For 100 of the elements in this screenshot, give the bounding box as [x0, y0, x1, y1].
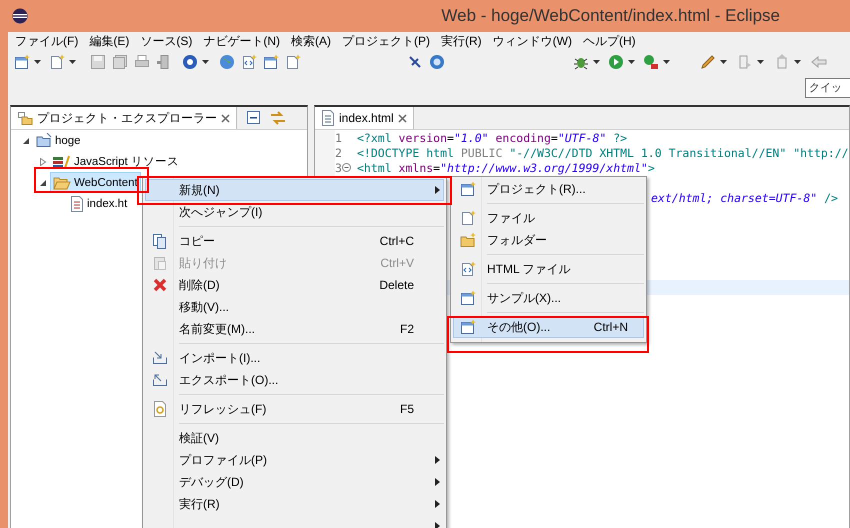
fold-minus-icon[interactable]: [342, 163, 351, 172]
caret-icon: [69, 60, 76, 64]
back-arrow-icon: [811, 54, 827, 70]
new-window-icon: [460, 290, 476, 306]
menu-item[interactable]: 実行(R): [145, 493, 444, 515]
tree-item[interactable]: JavaScript リソース: [50, 151, 182, 172]
delete-icon: [153, 278, 167, 292]
expanded-triangle-icon[interactable]: [22, 136, 30, 144]
menu-item[interactable]: プロジェクト(R)...: [453, 178, 644, 200]
expanded-triangle-icon[interactable]: [39, 178, 47, 186]
window-title: Web - hoge/WebContent/index.html - Eclipse: [441, 6, 781, 26]
menu-item[interactable]: インポート(I)...: [145, 347, 444, 369]
dropdown-button[interactable]: [757, 60, 764, 64]
toolbar-button[interactable]: [14, 54, 30, 70]
menu-item[interactable]: リフレッシュ(F) F5: [145, 398, 444, 420]
menu-item[interactable]: 検証(V): [145, 427, 444, 449]
quick-access-field[interactable]: クイッ: [805, 78, 850, 98]
menu-item[interactable]: 新規(N): [145, 179, 444, 201]
new-folder-icon: [460, 232, 476, 248]
save-icon: [90, 54, 106, 70]
new-window-icon: [460, 319, 476, 335]
html-file-icon: [321, 110, 335, 126]
code-line: <!DOCTYPE html PUBLIC "-//W3C//DTD XHTML 1.0 Transitional//EN" "http://: [357, 146, 849, 160]
menu-item[interactable]: 削除(D) Delete: [145, 274, 444, 296]
code-line: ext/html; charset=UTF-8" />: [651, 190, 838, 204]
new-window-icon: [263, 54, 279, 70]
dropdown-button[interactable]: [720, 60, 727, 64]
app-logo-icon: [12, 8, 28, 24]
line-number: 1: [335, 130, 342, 144]
tree-item[interactable]: index.ht: [67, 193, 130, 214]
caret-icon: [757, 60, 764, 64]
menu-item[interactable]: 移動(V)...: [145, 296, 444, 318]
new-file-icon: [460, 210, 476, 226]
dropdown-button[interactable]: [34, 60, 41, 64]
caret-icon: [34, 60, 41, 64]
code-line: <html xmlns="http://www.w3.org/1999/xhtml">: [357, 160, 655, 174]
books-icon: [53, 154, 71, 168]
menu-bar-item[interactable]: 検索(A): [286, 32, 336, 50]
next-annotation-icon: [737, 54, 753, 70]
menu-item[interactable]: HTML ファイル: [453, 258, 644, 280]
tree-item[interactable]: hoge: [33, 130, 84, 151]
menu-bar-item[interactable]: ナビゲート(N): [198, 32, 285, 50]
import-icon: [152, 351, 168, 365]
new-window-icon: [460, 181, 476, 197]
menu-item[interactable]: デバッグ(D): [145, 471, 444, 493]
menu-item[interactable]: 名前変更(M)... F2: [145, 318, 444, 340]
collapsed-triangle-icon[interactable]: [39, 158, 47, 166]
menu-item[interactable]: コピー Ctrl+C: [145, 230, 444, 252]
dropdown-button[interactable]: [663, 60, 670, 64]
menu-item[interactable]: サンプル(X)...: [453, 287, 644, 309]
folder-tree-icon: [17, 110, 33, 126]
dropdown-button[interactable]: [202, 60, 209, 64]
caret-icon: [202, 60, 209, 64]
refresh-icon: [153, 401, 167, 417]
pen-icon: [700, 54, 716, 70]
close-icon[interactable]: [398, 114, 407, 122]
menu-item[interactable]: フォルダー: [453, 229, 644, 251]
menu-bar-item[interactable]: ソース(S): [135, 32, 198, 50]
toolbar-button[interactable]: [247, 111, 261, 125]
code-line: <?xml version="1.0" encoding="UTF-8" ?>: [357, 130, 628, 144]
new-window-icon: [14, 54, 30, 70]
menu-bar-item[interactable]: 実行(R): [436, 32, 487, 50]
menu-bar-item[interactable]: ファイル(F): [10, 32, 84, 50]
menu-item[interactable]: エクスポート(O)...: [145, 369, 444, 391]
new-html-file-icon: [460, 261, 476, 277]
caret-icon: [794, 60, 801, 64]
toolbar-button[interactable]: [263, 54, 279, 70]
view-tab[interactable]: プロジェクト・エクスプローラー: [11, 107, 237, 129]
caret-icon: [593, 60, 600, 64]
dropdown-button[interactable]: [628, 60, 635, 64]
toolbar-button[interactable]: [700, 54, 716, 70]
collapse-all-icon: [247, 111, 261, 125]
toolbar-button[interactable]: [182, 54, 198, 70]
caret-icon: [720, 60, 727, 64]
globe-icon: [219, 54, 235, 70]
link-arrows-icon: [270, 111, 286, 125]
menu-bar-item[interactable]: ヘルプ(H): [578, 32, 641, 50]
print-icon: [134, 54, 150, 70]
menu-bar-item[interactable]: 編集(E): [84, 32, 134, 50]
menu-bar-item[interactable]: ウィンドウ(W): [488, 32, 577, 50]
project-folder-icon: [36, 132, 52, 148]
menu-bar-item[interactable]: プロジェクト(P): [337, 32, 435, 50]
menu-item[interactable]: ファイル: [453, 207, 644, 229]
dropdown-button[interactable]: [69, 60, 76, 64]
dropdown-button[interactable]: [794, 60, 801, 64]
caret-icon: [628, 60, 635, 64]
close-icon[interactable]: [221, 114, 230, 122]
new-file-icon: [49, 54, 65, 70]
ring-ball-icon: [182, 54, 198, 70]
menu-item[interactable]: プロファイル(P): [145, 449, 444, 471]
dropdown-button[interactable]: [593, 60, 600, 64]
save-all-icon: [112, 54, 128, 70]
run-icon: [608, 54, 624, 70]
copy-icon: [152, 233, 168, 249]
editor-tab[interactable]: index.html: [315, 107, 414, 129]
menu-item[interactable]: その他(O)... Ctrl+N: [453, 316, 644, 338]
line-number: 3: [335, 160, 342, 174]
line-number: 2: [335, 146, 342, 160]
menu-item[interactable]: 次へジャンプ(I): [145, 201, 444, 223]
gear-icon: [429, 54, 445, 70]
